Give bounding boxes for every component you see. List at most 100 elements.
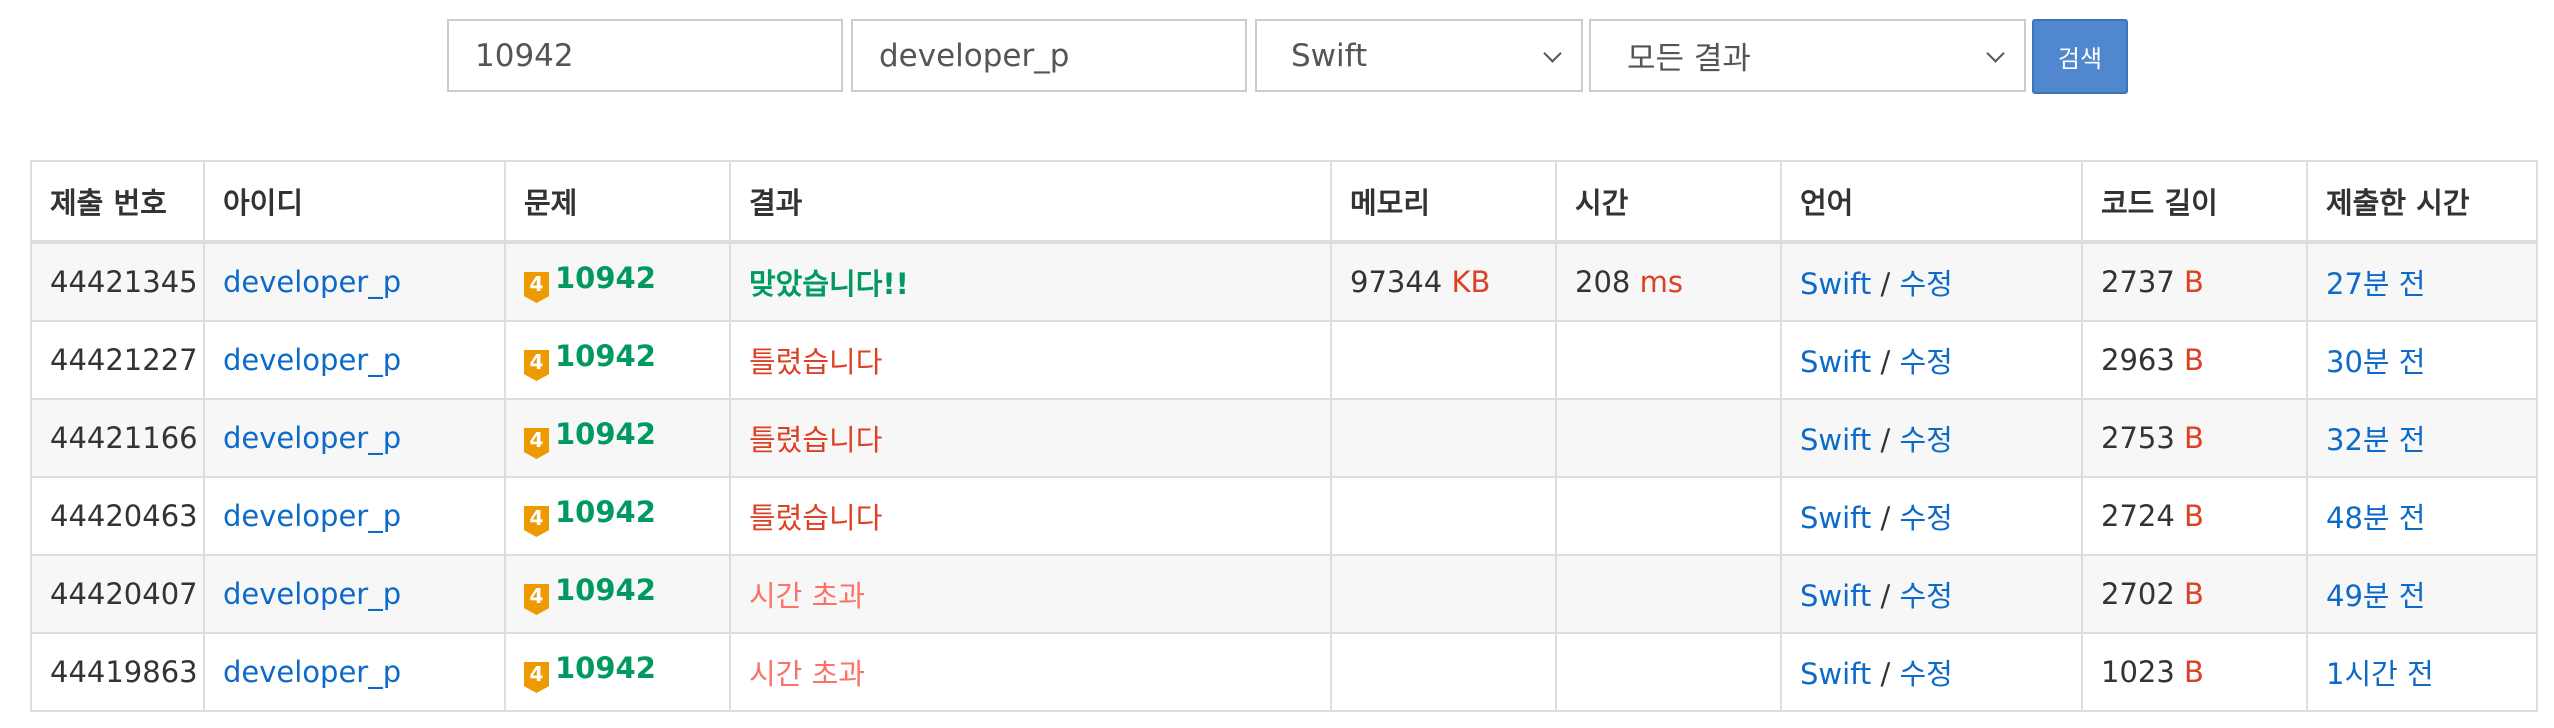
code-length-unit: B — [2184, 421, 2204, 455]
table-row: 44420463 developer_p 4 10942 틀렸습니다 Swift / 수… — [30, 476, 2538, 556]
table-row: 44419863 developer_p 4 10942 시간 초과 Swift / 수… — [30, 632, 2538, 712]
status-table: 제출 번호 아이디 문제 결과 메모리 시간 언어 코드 길이 제출한 시간 4… — [30, 160, 2538, 712]
header-code-length: 코드 길이 — [2081, 160, 2308, 244]
time-cell — [1555, 554, 1782, 634]
problem-link[interactable]: 10942 — [555, 339, 656, 373]
code-length-unit: B — [2184, 655, 2204, 689]
submitted-time-link[interactable]: 32분 전 — [2326, 423, 2425, 457]
user-link[interactable]: developer_p — [223, 265, 401, 299]
user-link-cell: developer_p — [203, 398, 506, 478]
submitted-time-link[interactable]: 27분 전 — [2326, 267, 2425, 301]
submitted-time-cell: 49분 전 — [2306, 554, 2538, 634]
tier-badge-icon: 4 — [524, 272, 549, 303]
problem-cell: 4 10942 — [504, 554, 731, 634]
result-cell: 시간 초과 — [729, 632, 1332, 712]
user-link[interactable]: developer_p — [223, 421, 401, 455]
result-select-value: 모든 결과 — [1627, 41, 1751, 77]
language-link[interactable]: Swift — [1800, 657, 1871, 691]
memory-cell — [1330, 398, 1557, 478]
chevron-down-icon — [1986, 44, 2005, 63]
edit-link[interactable]: 수정 — [1899, 345, 1952, 379]
problem-cell: 4 10942 — [504, 241, 731, 322]
language-link[interactable]: Swift — [1800, 345, 1871, 379]
memory-cell: 97344 KB — [1330, 241, 1557, 322]
code-length-unit: B — [2184, 499, 2204, 533]
user-link[interactable]: developer_p — [223, 499, 401, 533]
result-status: 틀렸습니다 — [749, 501, 883, 535]
user-link[interactable]: developer_p — [223, 655, 401, 689]
problem-id-input[interactable]: 10942 — [447, 19, 843, 92]
submitted-time-link[interactable]: 1시간 전 — [2326, 657, 2434, 691]
table-row: 44420407 developer_p 4 10942 시간 초과 Swift / 수… — [30, 554, 2538, 634]
memory-value: 97344 — [1350, 265, 1443, 299]
result-cell: 맞았습니다!! — [729, 241, 1332, 322]
code-length-value: 2702 — [2101, 577, 2175, 611]
submission-id: 44419863 — [30, 632, 205, 712]
problem-cell: 4 10942 — [504, 632, 731, 712]
code-length-unit: B — [2184, 265, 2204, 299]
user-link-cell: developer_p — [203, 476, 506, 556]
submission-id: 44420407 — [30, 554, 205, 634]
edit-link[interactable]: 수정 — [1899, 657, 1952, 691]
problem-link[interactable]: 10942 — [555, 417, 656, 451]
submitted-time-link[interactable]: 48분 전 — [2326, 501, 2425, 535]
header-language: 언어 — [1780, 160, 2083, 244]
language-cell: Swift / 수정 — [1780, 398, 2083, 478]
submission-id: 44421345 — [30, 241, 205, 322]
table-row: 44421345 developer_p 4 10942 맞았습니다!! 97344 KB… — [30, 241, 2538, 322]
header-user-id: 아이디 — [203, 160, 506, 244]
edit-link[interactable]: 수정 — [1899, 501, 1952, 535]
table-row: 44421227 developer_p 4 10942 틀렸습니다 Swift / 수… — [30, 320, 2538, 400]
submitted-time-link[interactable]: 49분 전 — [2326, 579, 2425, 613]
submitted-time-link[interactable]: 30분 전 — [2326, 345, 2425, 379]
language-link[interactable]: Swift — [1800, 267, 1871, 301]
code-length-cell: 2753 B — [2081, 398, 2308, 478]
user-link-cell: developer_p — [203, 554, 506, 634]
result-status: 틀렸습니다 — [749, 345, 883, 379]
language-link[interactable]: Swift — [1800, 579, 1871, 613]
problem-link[interactable]: 10942 — [555, 573, 656, 607]
user-link-cell: developer_p — [203, 632, 506, 712]
problem-link[interactable]: 10942 — [555, 495, 656, 529]
code-length-cell: 1023 B — [2081, 632, 2308, 712]
submitted-time-cell: 1시간 전 — [2306, 632, 2538, 712]
time-cell — [1555, 320, 1782, 400]
time-unit: ms — [1639, 265, 1683, 299]
tier-badge-icon: 4 — [524, 350, 549, 381]
language-link[interactable]: Swift — [1800, 423, 1871, 457]
user-link[interactable]: developer_p — [223, 577, 401, 611]
tier-badge-icon: 4 — [524, 506, 549, 537]
header-problem: 문제 — [504, 160, 731, 244]
edit-link[interactable]: 수정 — [1899, 579, 1952, 613]
tier-badge-icon: 4 — [524, 662, 549, 693]
user-id-input[interactable]: developer_p — [851, 19, 1247, 92]
problem-link[interactable]: 10942 — [555, 651, 656, 685]
edit-link[interactable]: 수정 — [1899, 267, 1952, 301]
time-value: 208 — [1575, 265, 1631, 299]
language-select[interactable]: Swift — [1255, 19, 1583, 92]
language-link[interactable]: Swift — [1800, 501, 1871, 535]
result-cell: 시간 초과 — [729, 554, 1332, 634]
language-cell: Swift / 수정 — [1780, 241, 2083, 322]
code-length-value: 2737 — [2101, 265, 2175, 299]
problem-link[interactable]: 10942 — [555, 261, 656, 295]
time-cell — [1555, 476, 1782, 556]
header-result: 결과 — [729, 160, 1332, 244]
language-cell: Swift / 수정 — [1780, 476, 2083, 556]
language-cell: Swift / 수정 — [1780, 632, 2083, 712]
result-select[interactable]: 모든 결과 — [1589, 19, 2026, 92]
problem-cell: 4 10942 — [504, 398, 731, 478]
edit-link[interactable]: 수정 — [1899, 423, 1952, 457]
memory-cell — [1330, 554, 1557, 634]
code-length-value: 2963 — [2101, 343, 2175, 377]
search-button[interactable]: 검색 — [2032, 19, 2128, 94]
tier-badge-icon: 4 — [524, 428, 549, 459]
code-length-cell: 2702 B — [2081, 554, 2308, 634]
memory-cell — [1330, 476, 1557, 556]
time-cell: 208 ms — [1555, 241, 1782, 322]
code-length-value: 2753 — [2101, 421, 2175, 455]
result-status: 맞았습니다!! — [749, 267, 909, 301]
submitted-time-cell: 32분 전 — [2306, 398, 2538, 478]
user-link-cell: developer_p — [203, 320, 506, 400]
user-link[interactable]: developer_p — [223, 343, 401, 377]
